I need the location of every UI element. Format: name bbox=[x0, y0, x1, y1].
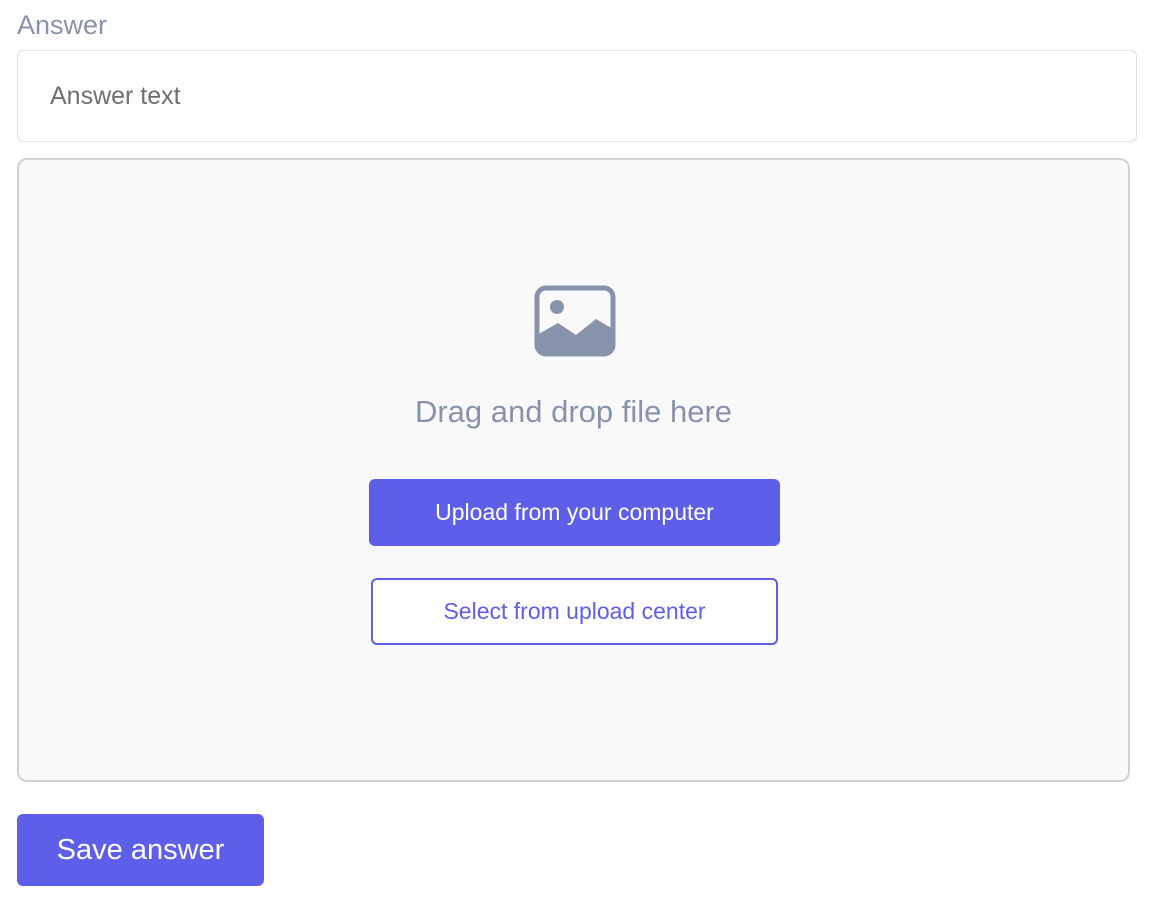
answer-editor: Answer Drag and drop file here Upload fr… bbox=[0, 0, 1164, 902]
file-dropzone[interactable]: Drag and drop file here Upload from your… bbox=[17, 158, 1130, 782]
drop-instruction: Drag and drop file here bbox=[414, 394, 733, 429]
answer-label: Answer bbox=[17, 10, 108, 40]
image-icon bbox=[534, 285, 616, 357]
upload-from-computer-button[interactable]: Upload from your computer bbox=[369, 479, 780, 546]
answer-text-input[interactable] bbox=[17, 50, 1137, 142]
select-from-upload-center-button[interactable]: Select from upload center bbox=[371, 578, 778, 645]
save-answer-button[interactable]: Save answer bbox=[17, 814, 264, 886]
